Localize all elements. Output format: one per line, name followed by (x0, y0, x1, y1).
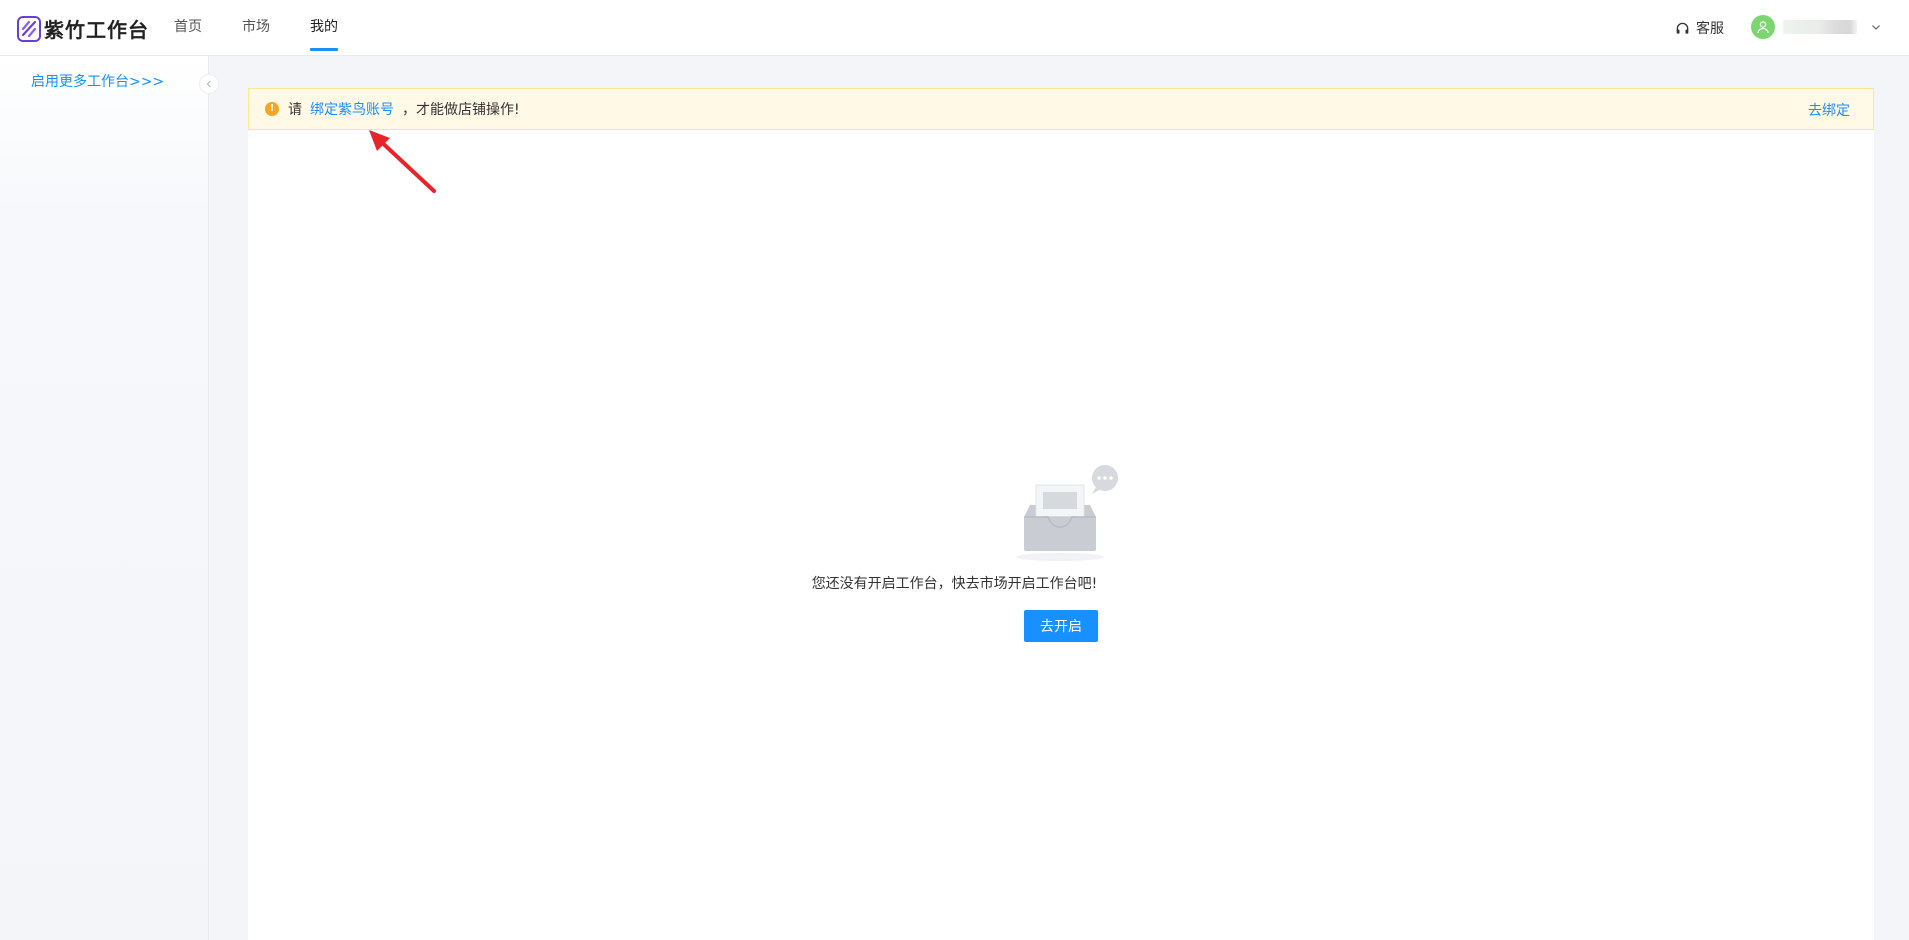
empty-state-message: 您还没有开启工作台，快去市场开启工作台吧! (811, 576, 1098, 592)
warning-icon: ! (265, 102, 279, 116)
alert-prefix: 请 (288, 102, 302, 118)
annotation-arrow-icon (369, 130, 436, 193)
chevron-down-icon (1872, 25, 1880, 30)
zizhu-logo-icon (17, 15, 41, 42)
person-icon (1757, 21, 1769, 34)
user-name-redacted (1783, 20, 1857, 34)
go-enable-button[interactable]: 去开启 (1024, 610, 1098, 642)
app-logo[interactable]: 紫竹工作台 (17, 14, 149, 43)
go-bind-button[interactable]: 去绑定 (1808, 100, 1850, 120)
customer-service-button[interactable]: 客服 (1675, 18, 1724, 38)
bind-account-link[interactable]: 绑定紫鸟账号 (310, 99, 394, 119)
user-avatar-icon (1751, 15, 1775, 39)
nav-item-market[interactable]: 市场 (242, 0, 270, 56)
customer-service-label: 客服 (1696, 21, 1724, 37)
active-tab-indicator (310, 48, 338, 51)
sidebar: 启用更多工作台>>> (0, 56, 209, 940)
chevron-left-icon (206, 80, 211, 88)
empty-inbox-illustration (1016, 465, 1118, 561)
enable-more-workbench-link[interactable]: 启用更多工作台>>> (31, 71, 164, 91)
app-title: 紫竹工作台 (44, 18, 149, 42)
nav-item-label: 市场 (242, 19, 270, 35)
bind-account-alert: ! 请 绑定紫鸟账号 ，才能做店铺操作! 去绑定 (248, 88, 1874, 130)
sidebar-collapse-button[interactable] (199, 74, 219, 94)
nav-item-home[interactable]: 首页 (174, 0, 202, 56)
nav-item-label: 我的 (310, 19, 338, 35)
user-menu[interactable] (1751, 15, 1881, 39)
top-header: 紫竹工作台 首页 市场 我的 客服 (0, 0, 1909, 56)
headset-icon (1676, 22, 1689, 34)
alert-suffix: ，才能做店铺操作! (402, 102, 520, 118)
nav-item-label: 首页 (174, 19, 202, 35)
nav-item-mine[interactable]: 我的 (310, 0, 338, 56)
